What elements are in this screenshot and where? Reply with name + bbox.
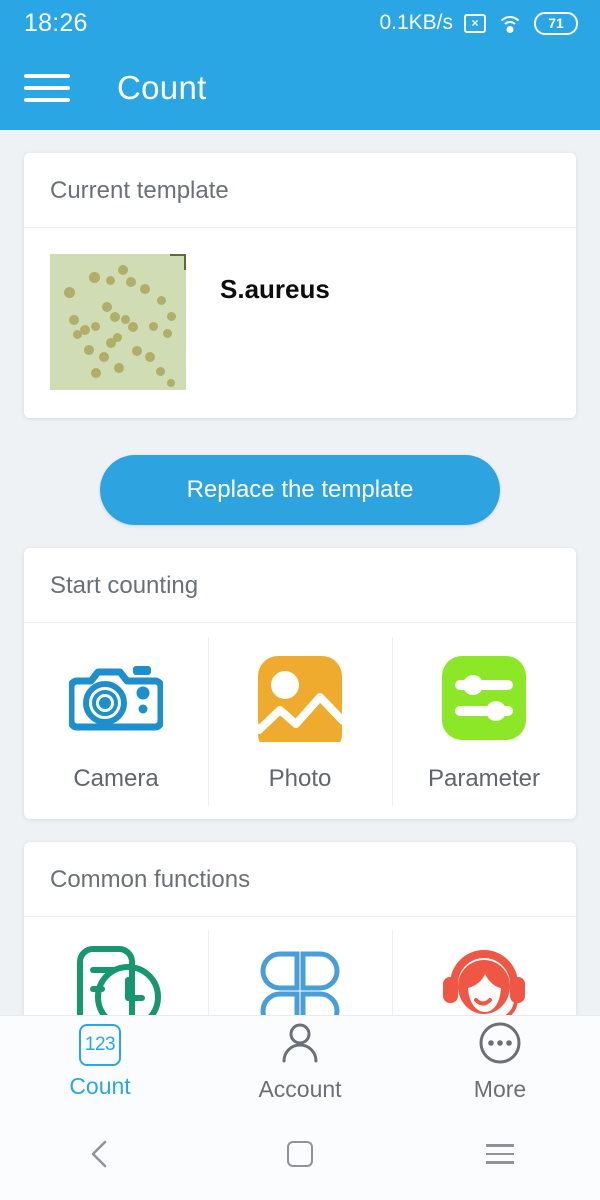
hamburger-menu-icon[interactable] bbox=[24, 74, 70, 102]
tab-account[interactable]: Account bbox=[200, 1022, 400, 1103]
back-chevron-icon[interactable] bbox=[0, 1139, 200, 1169]
start-counting-grid: Camera Photo Parameter bbox=[24, 623, 576, 819]
tab-count[interactable]: 123 Count bbox=[0, 1024, 200, 1100]
current-template-card: Current template S.aureus bbox=[24, 153, 576, 418]
replace-template-button[interactable]: Replace the template bbox=[100, 455, 500, 525]
app-bar: Count bbox=[0, 46, 600, 130]
start-counting-item-photo[interactable]: Photo bbox=[208, 623, 392, 819]
count-123-icon: 123 bbox=[79, 1024, 121, 1066]
person-icon bbox=[279, 1022, 321, 1069]
status-icons: 0.1KB/s × 71 bbox=[379, 11, 578, 35]
bottom-tab-bar: 123 Count Account More bbox=[0, 1015, 600, 1108]
count-123-badge: 123 bbox=[84, 1034, 116, 1055]
start-counting-item-camera[interactable]: Camera bbox=[24, 623, 208, 819]
tab-label-more: More bbox=[473, 1075, 527, 1102]
status-time: 18:26 bbox=[24, 8, 88, 37]
tab-more[interactable]: More bbox=[400, 1022, 600, 1103]
start-counting-label-parameter: Parameter bbox=[427, 765, 541, 792]
x-box-glyph: × bbox=[471, 16, 479, 30]
start-counting-label-camera: Camera bbox=[73, 765, 159, 792]
start-counting-header: Start counting bbox=[24, 548, 576, 623]
tab-label-account: Account bbox=[258, 1075, 342, 1102]
parameter-sliders-icon bbox=[440, 651, 528, 745]
tab-label-count: Count bbox=[69, 1073, 131, 1099]
start-counting-card: Start counting Camera Photo Parameter bbox=[24, 548, 576, 819]
template-name: S.aureus bbox=[220, 274, 330, 304]
x-box-icon: × bbox=[464, 13, 486, 33]
camera-icon bbox=[69, 651, 163, 745]
thumbnail-corner-mark bbox=[170, 254, 186, 270]
common-functions-header: Common functions bbox=[24, 842, 576, 917]
recents-lines-icon[interactable] bbox=[400, 1144, 600, 1164]
agar-plate-thumbnail[interactable] bbox=[50, 254, 186, 390]
network-speed-label: 0.1KB/s bbox=[379, 11, 453, 34]
start-counting-label-photo: Photo bbox=[268, 765, 332, 792]
status-bar: 18:26 0.1KB/s × 71 bbox=[0, 0, 600, 46]
home-square-icon[interactable] bbox=[200, 1141, 400, 1167]
battery-level-label: 71 bbox=[548, 15, 564, 31]
current-template-body[interactable]: S.aureus bbox=[24, 228, 576, 418]
wifi-icon bbox=[497, 14, 523, 33]
app-screen: 18:26 0.1KB/s × 71 Count Current templat… bbox=[0, 0, 600, 1200]
page-title: Count bbox=[117, 69, 207, 106]
battery-icon: 71 bbox=[534, 11, 578, 35]
more-dots-icon bbox=[479, 1022, 521, 1069]
current-template-header: Current template bbox=[24, 153, 576, 228]
android-nav-bar bbox=[0, 1108, 600, 1200]
replace-template-wrapper: Replace the template bbox=[0, 455, 600, 525]
photo-icon bbox=[256, 651, 344, 745]
start-counting-item-parameter[interactable]: Parameter bbox=[392, 623, 576, 819]
